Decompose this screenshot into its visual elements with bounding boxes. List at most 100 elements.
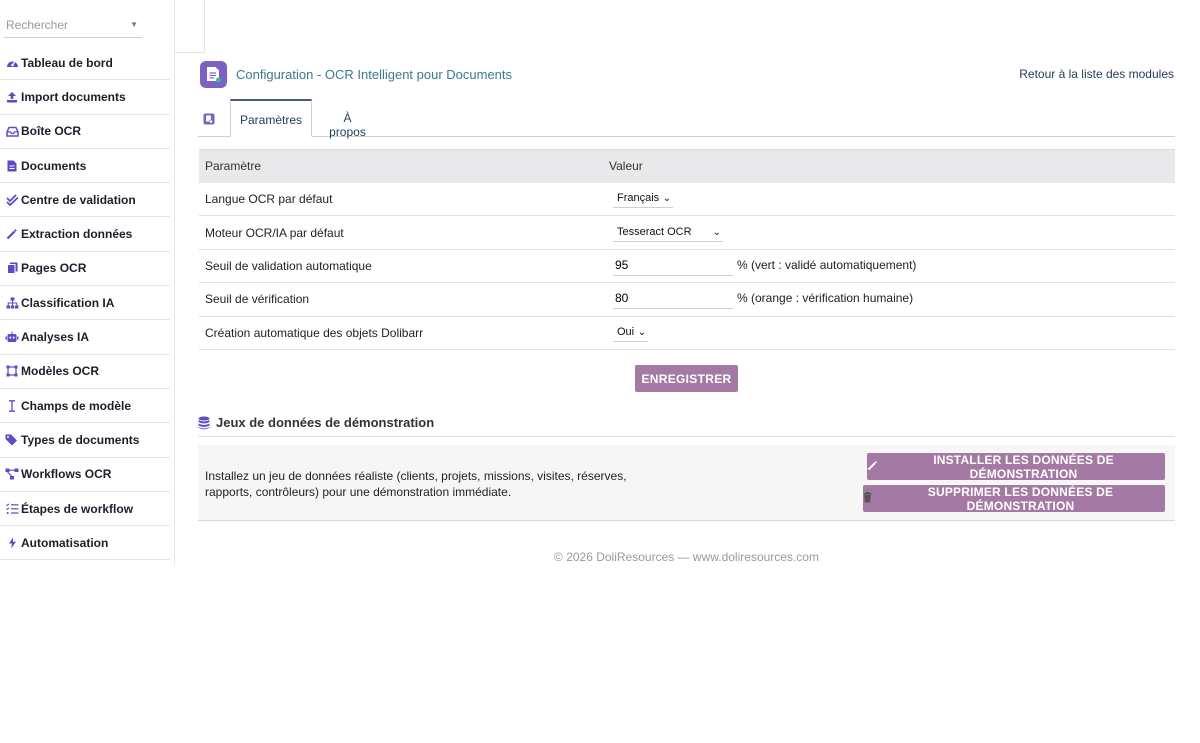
- tab-about[interactable]: À propos: [325, 99, 370, 139]
- magic-wand-icon: [867, 459, 878, 474]
- sidebar-item-automation[interactable]: Automatisation: [0, 526, 170, 561]
- column-header-parameter: Paramètre: [199, 149, 603, 183]
- delete-demo-data-button[interactable]: SUPPRIMER LES DONNÉES DE DÉMONSTRATION: [863, 484, 1165, 513]
- sidebar-item-label: Classification IA: [21, 295, 115, 310]
- sidebar-item-dashboard[interactable]: Tableau de bord: [0, 46, 170, 81]
- sidebar-item-label: Modèles OCR: [21, 364, 100, 379]
- sidebar-item-label: Extraction données: [21, 227, 133, 242]
- sidebar-item-documents[interactable]: Documents: [0, 149, 170, 184]
- database-icon: [198, 416, 210, 430]
- sidebar-item-label: Centre de validation: [21, 192, 136, 207]
- sitemap-icon: [5, 296, 19, 310]
- table-row: Langue OCR par défaut Français ⌄: [199, 182, 1175, 217]
- install-demo-data-label: INSTALLER LES DONNÉES DE DÉMONSTRATION: [933, 452, 1114, 481]
- sidebar-item-workflows[interactable]: Workflows OCR: [0, 458, 170, 492]
- demo-description: Installez un jeu de données réaliste (cl…: [205, 469, 627, 499]
- ocr-engine-value: Tesseract OCR: [617, 225, 692, 238]
- search-input[interactable]: [6, 18, 124, 32]
- back-to-modules-link[interactable]: Retour à la liste des modules: [1019, 67, 1174, 81]
- table-header-row: Paramètre Valeur: [199, 149, 1175, 183]
- sidebar-item-label: Tableau de bord: [21, 55, 113, 70]
- sidebar-item-label: Types de documents: [21, 432, 140, 447]
- dashboard-icon: [5, 56, 19, 70]
- sidebar-item-ocr-pages[interactable]: Pages OCR: [0, 252, 170, 287]
- delete-demo-data-label: SUPPRIMER LES DONNÉES DE DÉMONSTRATION: [927, 484, 1114, 513]
- table-row: Seuil de validation automatique % (vert …: [199, 249, 1175, 284]
- sidebar-item-workflow-steps[interactable]: Étapes de workflow: [0, 492, 170, 527]
- file-icon: [5, 159, 19, 173]
- sidebar-item-label: Documents: [21, 158, 87, 173]
- page-title: Configuration - OCR Intelligent pour Doc…: [236, 67, 513, 82]
- tags-icon: [5, 433, 19, 447]
- parameters-table: Paramètre Valeur Langue OCR par défaut F…: [199, 149, 1175, 350]
- ocr-document-icon: [200, 61, 227, 88]
- sidebar-item-ocr-models[interactable]: Modèles OCR: [0, 355, 170, 389]
- param-label: Moteur OCR/IA par défaut: [199, 215, 603, 250]
- sidebar-menu: Tableau de bord Import documents Boîte O…: [0, 46, 170, 561]
- magic-wand-icon: [5, 227, 19, 241]
- sidebar-item-label: Champs de modèle: [21, 398, 132, 413]
- sidebar-item-label: Import documents: [21, 89, 126, 104]
- module-tab-icon: [203, 113, 215, 125]
- save-button[interactable]: ENREGISTRER: [635, 365, 738, 392]
- sidebar-item-validation[interactable]: Centre de validation: [0, 183, 170, 218]
- footer: © 2026 DoliResources — www.doliresources…: [554, 550, 819, 564]
- auto-create-value: Oui: [617, 325, 635, 338]
- check-double-icon: [5, 193, 19, 207]
- sidebar-item-label: Workflows OCR: [21, 467, 112, 482]
- verification-threshold-input[interactable]: [613, 289, 733, 310]
- inbox-icon: [5, 124, 19, 138]
- param-label: Seuil de validation automatique: [199, 249, 603, 284]
- param-value-cell: Français ⌄: [603, 182, 1175, 217]
- chevron-down-icon: ⌄: [637, 326, 647, 338]
- trash-icon: [863, 491, 872, 506]
- sidebar-item-extraction[interactable]: Extraction données: [0, 217, 170, 252]
- bolt-icon: [5, 536, 19, 550]
- sidebar-item-label: Analyses IA: [21, 330, 90, 345]
- list-check-icon: [5, 502, 19, 516]
- sidebar: ▼ Tableau de bord Import documents Boîte…: [0, 0, 175, 565]
- param-label: Création automatique des objets Dolibarr: [199, 316, 603, 350]
- sidebar-item-label: Étapes de workflow: [21, 501, 134, 516]
- sidebar-item-classification[interactable]: Classification IA: [0, 286, 170, 321]
- ocr-language-value: Français: [617, 191, 660, 204]
- tab-parameters[interactable]: Paramètres: [230, 99, 312, 137]
- auto-validation-hint: % (vert : validé automatiquement): [737, 257, 917, 272]
- param-value-cell: % (orange : vérification humaine): [603, 282, 1175, 317]
- chevron-down-icon[interactable]: ▼: [130, 20, 138, 29]
- sidebar-item-label: Pages OCR: [21, 261, 87, 276]
- vector-square-icon: [5, 364, 19, 378]
- demo-panel: Installez un jeu de données réaliste (cl…: [198, 445, 1175, 521]
- i-cursor-icon: [5, 399, 19, 413]
- param-label: Seuil de vérification: [199, 282, 603, 317]
- project-diagram-icon: [5, 467, 19, 481]
- sidebar-item-import[interactable]: Import documents: [0, 80, 170, 115]
- install-demo-data-button[interactable]: INSTALLER LES DONNÉES DE DÉMONSTRATION: [867, 452, 1165, 481]
- sidebar-item-ai-analysis[interactable]: Analyses IA: [0, 320, 170, 355]
- sidebar-item-model-fields[interactable]: Champs de modèle: [0, 389, 170, 424]
- ocr-language-select[interactable]: Français ⌄: [613, 189, 674, 208]
- auto-validation-threshold-input[interactable]: [613, 255, 733, 276]
- auto-create-objects-select[interactable]: Oui ⌄: [613, 323, 649, 342]
- copy-icon: [5, 261, 19, 275]
- param-value-cell: Tesseract OCR ⌄: [603, 215, 1175, 250]
- search-box[interactable]: ▼: [4, 14, 142, 38]
- sidebar-item-label: Boîte OCR: [21, 124, 81, 139]
- chevron-down-icon: ⌄: [662, 192, 672, 204]
- robot-icon: [5, 330, 19, 344]
- table-row: Moteur OCR/IA par défaut Tesseract OCR ⌄: [199, 215, 1175, 250]
- chevron-down-icon: ⌄: [712, 226, 721, 238]
- param-value-cell: Oui ⌄: [603, 316, 1175, 350]
- column-header-value: Valeur: [603, 149, 1175, 183]
- sidebar-item-document-types[interactable]: Types de documents: [0, 423, 170, 458]
- demo-section-title: Jeux de données de démonstration: [216, 415, 435, 430]
- param-label: Langue OCR par défaut: [199, 182, 603, 217]
- ocr-engine-select[interactable]: Tesseract OCR ⌄: [613, 223, 723, 242]
- demo-section-heading: Jeux de données de démonstration: [198, 413, 1175, 437]
- page-header: Configuration - OCR Intelligent pour Doc…: [200, 61, 1175, 89]
- sidebar-item-ocr-box[interactable]: Boîte OCR: [0, 115, 170, 149]
- verification-hint: % (orange : vérification humaine): [737, 291, 914, 306]
- sidebar-item-label: Automatisation: [21, 535, 109, 550]
- upload-icon: [5, 90, 19, 104]
- table-row: Création automatique des objets Dolibarr…: [199, 316, 1175, 350]
